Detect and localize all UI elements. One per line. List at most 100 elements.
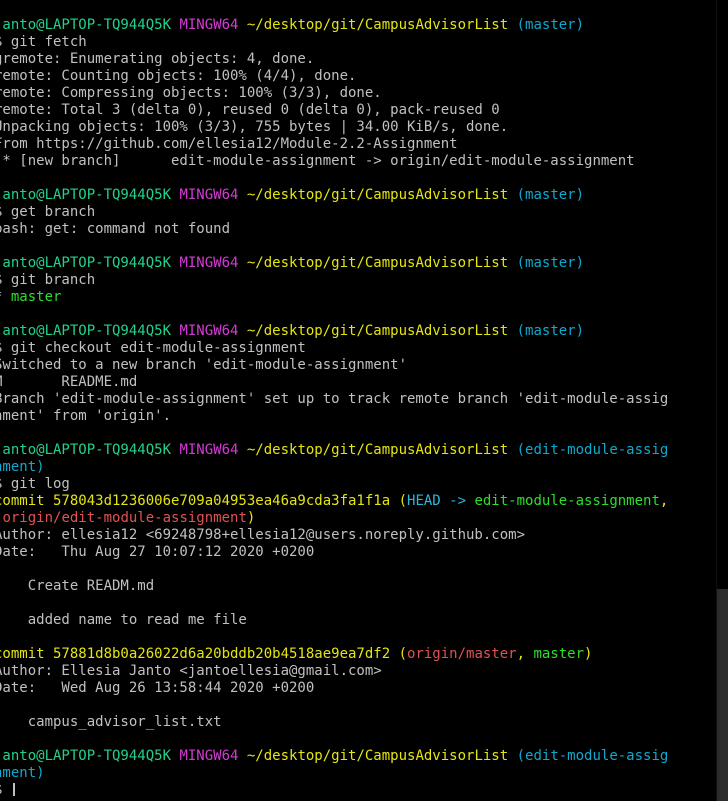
terminal-text-segment: $	[0, 782, 11, 798]
terminal-line: Author: Ellesia Janto <jantoellesia@gmai…	[0, 663, 720, 680]
terminal-line: janto@LAPTOP-TQ944Q5K MINGW64 ~/desktop/…	[0, 442, 720, 459]
terminal-text-segment: HEAD ->	[407, 493, 475, 509]
terminal-line: gremote: Enumerating objects: 4, done.	[0, 51, 720, 68]
terminal-text-segment: (	[398, 646, 408, 662]
terminal-text-segment: $ get branch	[0, 204, 96, 220]
terminal-text-segment: Switched to a new branch 'edit-module-as…	[0, 357, 408, 373]
terminal-text-segment: Unpacking objects: 100% (3/3), 755 bytes…	[0, 119, 509, 135]
terminal-line: remote: Total 3 (delta 0), reused 0 (del…	[0, 102, 720, 119]
text-cursor	[12, 783, 15, 796]
terminal-line: $ git log	[0, 476, 720, 493]
terminal-line: nment' from 'origin'.	[0, 408, 720, 425]
terminal-text-segment: campus_advisor_list.txt	[0, 714, 222, 730]
terminal-text-segment: ~/desktop/git/CampusAdvisorList	[246, 187, 509, 203]
terminal-line: bash: get: command not found	[0, 221, 720, 238]
terminal-line: Unpacking objects: 100% (3/3), 755 bytes…	[0, 119, 720, 136]
terminal-text-segment: Author: Ellesia Janto <jantoellesia@gmai…	[0, 663, 382, 679]
terminal-line: $ get branch	[0, 204, 720, 221]
scrollbar-thumb[interactable]	[717, 589, 728, 801]
terminal-text-segment: MINGW64	[179, 442, 247, 458]
terminal-line: nment)	[0, 459, 720, 476]
terminal-text-segment: janto@LAPTOP-TQ944Q5K	[0, 748, 180, 764]
terminal-line: janto@LAPTOP-TQ944Q5K MINGW64 ~/desktop/…	[0, 187, 720, 204]
terminal-line: remote: Compressing objects: 100% (3/3),…	[0, 85, 720, 102]
terminal-text-segment: bash: get: command not found	[0, 221, 231, 237]
terminal-text-segment: (	[398, 493, 408, 509]
terminal-text-segment: remote: Counting objects: 100% (4/4), do…	[0, 68, 357, 84]
terminal-text-segment: ,	[516, 646, 534, 662]
terminal-line: Author: ellesia12 <69248798+ellesia12@us…	[0, 527, 720, 544]
terminal-line: added name to read me file	[0, 612, 720, 629]
terminal-line: janto@LAPTOP-TQ944Q5K MINGW64 ~/desktop/…	[0, 255, 720, 272]
terminal-line: Date: Wed Aug 26 13:58:44 2020 +0200	[0, 680, 720, 697]
terminal-text-segment: )	[246, 510, 256, 526]
terminal-text-segment: MINGW64	[179, 748, 247, 764]
terminal-text-segment: MINGW64	[179, 255, 247, 271]
terminal-line: commit 57881d8b0a26022d6a20bddb20b4518ae…	[0, 646, 720, 663]
terminal-text-segment: commit 57881d8b0a26022d6a20bddb20b4518ae…	[0, 646, 399, 662]
terminal-text-segment: $ git branch	[0, 272, 96, 288]
terminal-text-segment: * [new branch] edit-module-assignment ->…	[0, 153, 635, 169]
terminal-line: Branch 'edit-module-assignment' set up t…	[0, 391, 720, 408]
terminal-text-segment: )	[584, 646, 593, 662]
terminal-line: janto@LAPTOP-TQ944Q5K MINGW64 ~/desktop/…	[0, 748, 720, 765]
terminal-text-segment: (edit-module-assig	[508, 442, 669, 458]
terminal-text-segment: gremote: Enumerating objects: 4, done.	[0, 51, 315, 67]
terminal-text-segment: From https://github.com/ellesia12/Module…	[0, 136, 458, 152]
terminal-text-segment: janto@LAPTOP-TQ944Q5K	[0, 17, 180, 33]
terminal-text-segment: ~/desktop/git/CampusAdvisorList	[246, 442, 509, 458]
terminal-text-segment: (master)	[508, 323, 585, 339]
terminal-text-segment: master	[533, 646, 585, 662]
terminal-text-segment: edit-module-assignment	[474, 493, 660, 509]
terminal-text-segment: MINGW64	[179, 187, 247, 203]
terminal-line: $ git fetch	[0, 34, 720, 51]
terminal-line: remote: Counting objects: 100% (4/4), do…	[0, 68, 720, 85]
terminal-text-segment: $ git fetch	[0, 34, 87, 50]
terminal-text-segment: Author: ellesia12 <69248798+ellesia12@us…	[0, 527, 526, 543]
terminal-text-segment: nment)	[0, 459, 45, 475]
terminal-text-segment: janto@LAPTOP-TQ944Q5K	[0, 323, 180, 339]
terminal-text-segment: ~/desktop/git/CampusAdvisorList	[246, 323, 509, 339]
terminal-text-segment: (edit-module-assig	[508, 748, 669, 764]
terminal-line: $ git branch	[0, 272, 720, 289]
terminal-output: janto@LAPTOP-TQ944Q5K MINGW64 ~/desktop/…	[0, 17, 720, 799]
terminal-text-segment: janto@LAPTOP-TQ944Q5K	[0, 442, 180, 458]
terminal-text-segment: $ git checkout edit-module-assignment	[0, 340, 306, 356]
terminal-text-segment: Date: Wed Aug 26 13:58:44 2020 +0200	[0, 680, 315, 696]
terminal-text-segment: (master)	[508, 187, 585, 203]
terminal-text-segment: janto@LAPTOP-TQ944Q5K	[0, 255, 180, 271]
terminal-window[interactable]: janto@LAPTOP-TQ944Q5K MINGW64 ~/desktop/…	[0, 0, 728, 801]
terminal-line: origin/edit-module-assignment)	[0, 510, 720, 527]
terminal-text-segment: remote: Compressing objects: 100% (3/3),…	[0, 85, 382, 101]
scrollbar[interactable]	[716, 0, 728, 801]
terminal-text-segment: (master)	[508, 17, 585, 33]
terminal-text-segment: remote: Total 3 (delta 0), reused 0 (del…	[0, 102, 500, 118]
terminal-text-segment: nment' from 'origin'.	[0, 408, 172, 424]
terminal-line: * master	[0, 289, 720, 306]
terminal-text-segment: Create READM.md	[0, 578, 155, 594]
terminal-line: $	[0, 782, 720, 799]
terminal-line: janto@LAPTOP-TQ944Q5K MINGW64 ~/desktop/…	[0, 323, 720, 340]
terminal-line: nment)	[0, 765, 720, 782]
terminal-line: Switched to a new branch 'edit-module-as…	[0, 357, 720, 374]
terminal-line: $ git checkout edit-module-assignment	[0, 340, 720, 357]
terminal-text-segment: (master)	[508, 255, 585, 271]
terminal-line: janto@LAPTOP-TQ944Q5K MINGW64 ~/desktop/…	[0, 17, 720, 34]
terminal-text-segment: Branch 'edit-module-assignment' set up t…	[0, 391, 669, 407]
terminal-text-segment: $ git log	[0, 476, 70, 492]
terminal-text-segment: Date: Thu Aug 27 10:07:12 2020 +0200	[0, 544, 315, 560]
terminal-text-segment: ~/desktop/git/CampusAdvisorList	[246, 748, 509, 764]
terminal-text-segment: origin/master	[407, 646, 517, 662]
terminal-line: commit 578043d1236006e709a04953ea46a9cda…	[0, 493, 720, 510]
terminal-text-segment: master	[10, 289, 62, 305]
terminal-text-segment: *	[0, 289, 11, 305]
terminal-text-segment: added name to read me file	[0, 612, 247, 628]
terminal-line: Date: Thu Aug 27 10:07:12 2020 +0200	[0, 544, 720, 561]
